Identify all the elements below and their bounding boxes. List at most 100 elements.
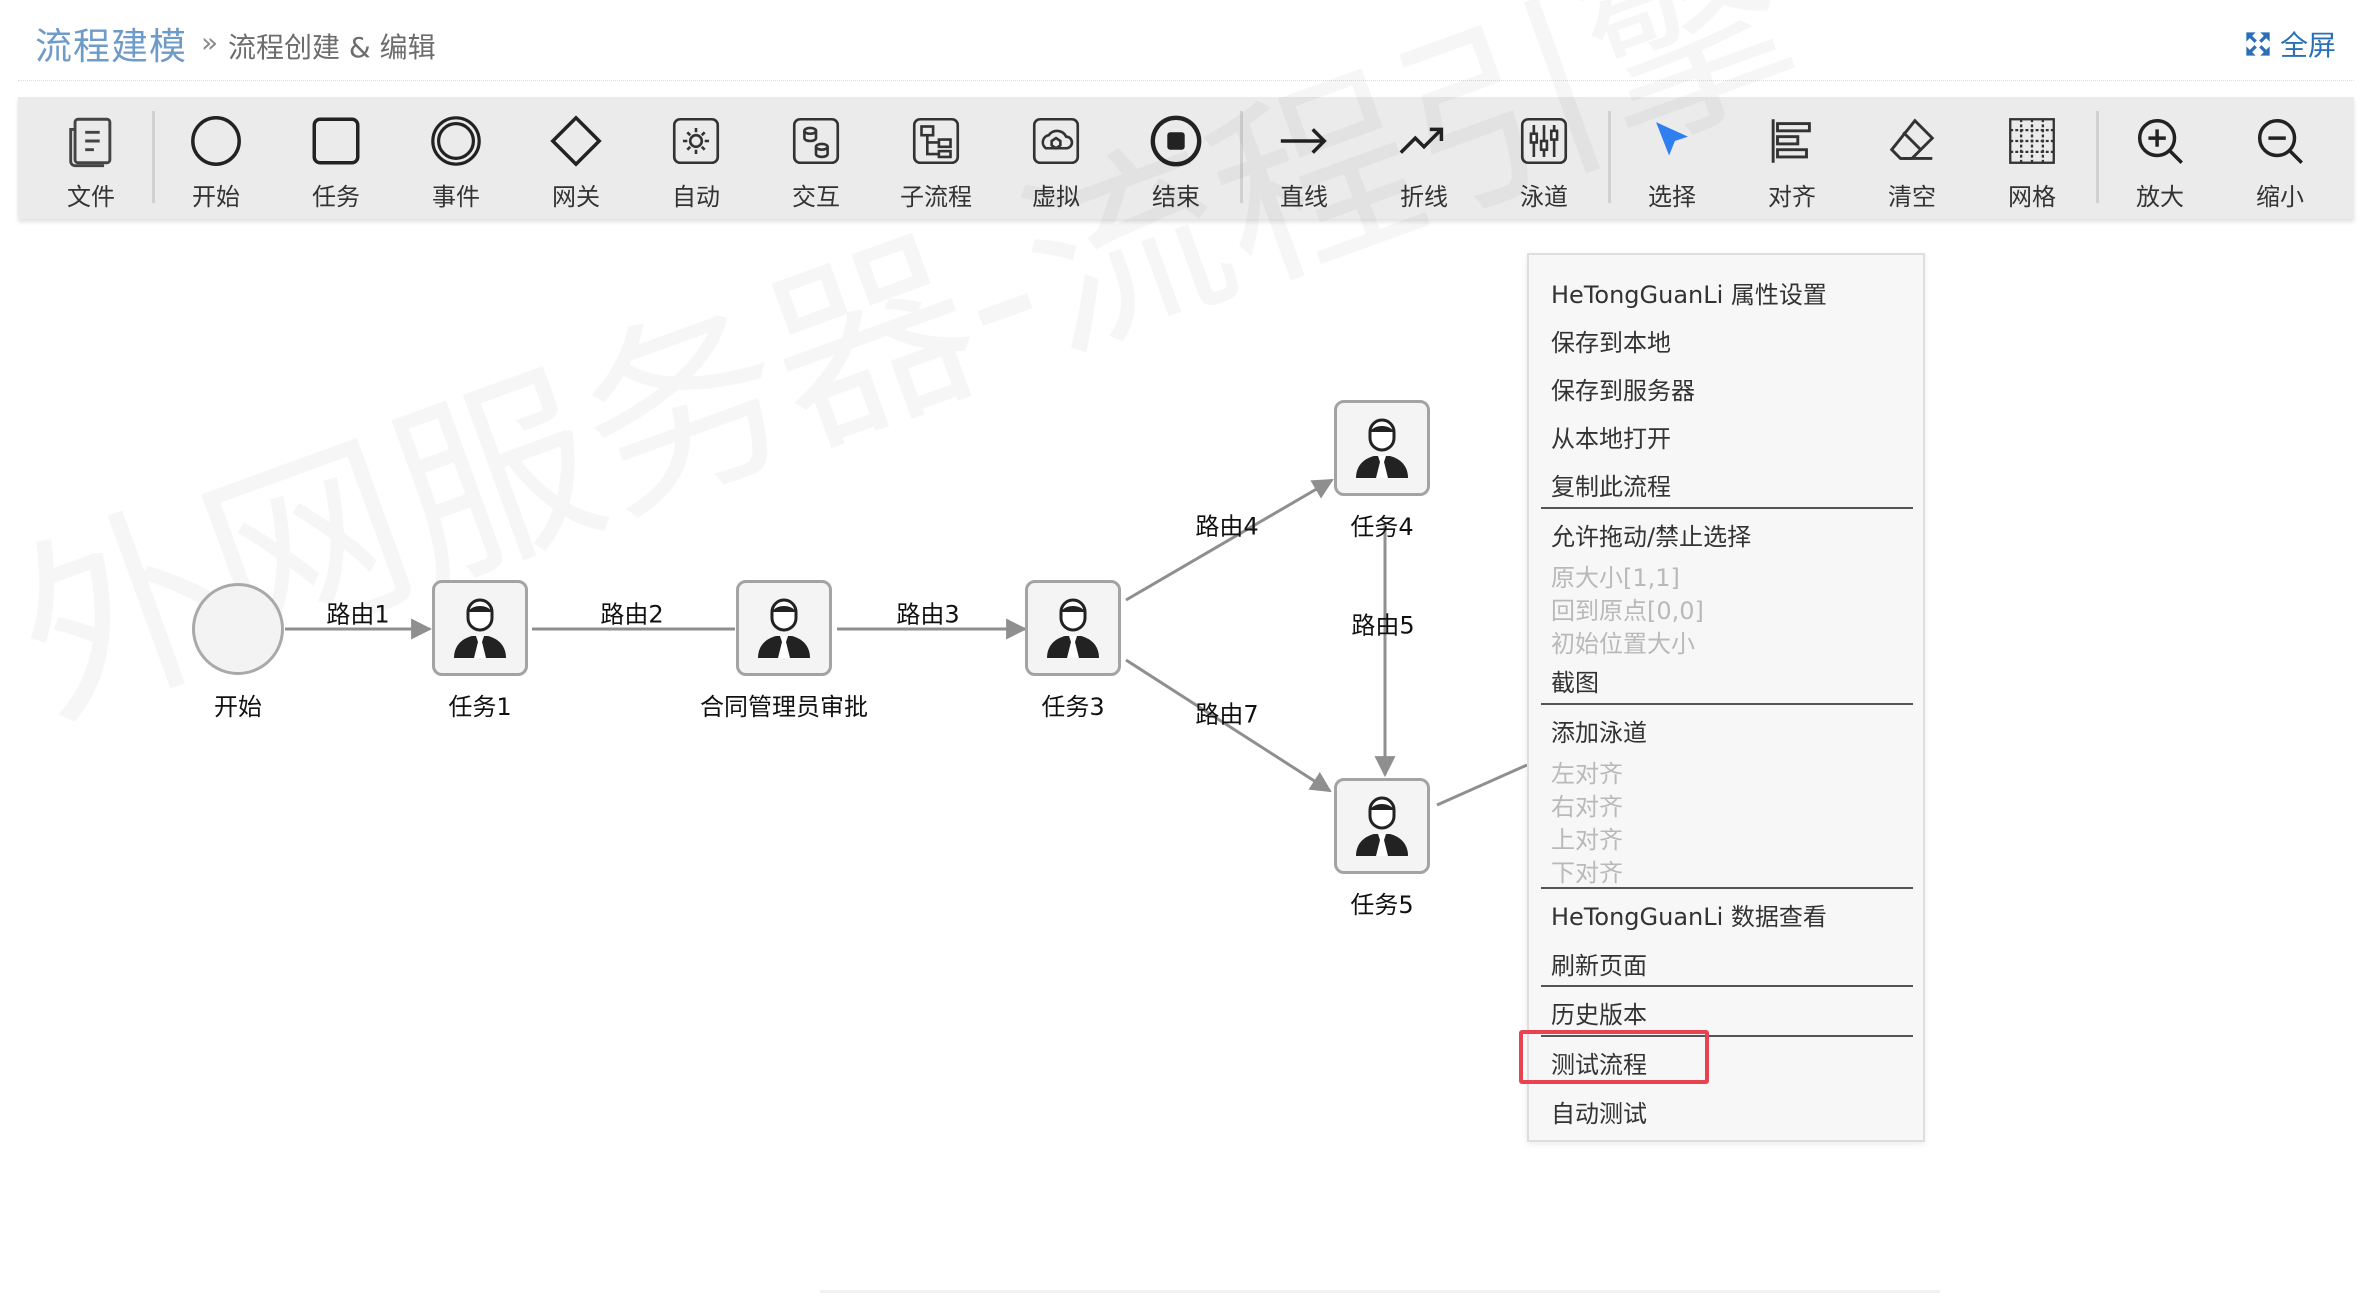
tool-event[interactable]: 事件 — [406, 97, 506, 219]
menu-item-history[interactable]: 历史版本 — [1551, 995, 1647, 1030]
toolbar-divider — [2096, 111, 2099, 203]
tool-label: 泳道 — [1520, 183, 1568, 211]
menu-item-back-to-origin: 回到原点[0,0] — [1551, 597, 1704, 625]
bottom-divider — [820, 1290, 1940, 1293]
swimlane-icon — [1520, 117, 1568, 165]
menu-item-auto-test[interactable]: 自动测试 — [1551, 1094, 1647, 1129]
tool-zoom-in[interactable]: 放大 — [2110, 97, 2210, 219]
tool-file[interactable]: 文件 — [41, 97, 141, 219]
menu-item-align-left: 左对齐 — [1551, 760, 1623, 788]
node-label-task1: 任务1 — [448, 693, 512, 721]
tool-select[interactable]: 选择 — [1622, 97, 1722, 219]
menu-divider — [1541, 703, 1913, 705]
menu-item-toggle-drag[interactable]: 允许拖动/禁止选择 — [1551, 517, 1751, 552]
tool-zoom-out[interactable]: 缩小 — [2230, 97, 2330, 219]
tool-label: 缩小 — [2256, 183, 2304, 211]
menu-item-test-flow[interactable]: 测试流程 — [1551, 1045, 1647, 1080]
menu-divider — [1541, 887, 1913, 889]
menu-divider — [1541, 985, 1913, 987]
user-icon — [758, 598, 810, 658]
tool-straight-line[interactable]: 直线 — [1254, 97, 1354, 219]
tool-end[interactable]: 结束 — [1126, 97, 1226, 219]
user-icon — [1047, 598, 1099, 658]
tool-interaction[interactable]: 交互 — [766, 97, 866, 219]
tool-subprocess[interactable]: 子流程 — [886, 97, 986, 219]
tool-label: 放大 — [2136, 183, 2184, 211]
user-icon — [1356, 418, 1408, 478]
align-icon — [1771, 119, 1811, 163]
node-label-task4: 任务4 — [1350, 513, 1414, 541]
page-title: 流程建模 — [35, 25, 187, 68]
user-icon — [1356, 796, 1408, 856]
edge-label-route5[interactable]: 路由5 — [1351, 606, 1414, 641]
menu-item-data-view[interactable]: HeTongGuanLi 数据查看 — [1551, 897, 1827, 932]
tool-auto[interactable]: 自动 — [646, 97, 746, 219]
zoom-in-icon — [2137, 118, 2183, 164]
file-icon — [69, 117, 112, 168]
tool-label: 文件 — [67, 183, 115, 211]
edge-label-route2[interactable]: 路由2 — [600, 595, 663, 630]
tool-label: 清空 — [1888, 183, 1936, 211]
tool-label: 虚拟 — [1032, 183, 1080, 211]
tool-start[interactable]: 开始 — [166, 97, 266, 219]
menu-item-align-top: 上对齐 — [1551, 826, 1623, 854]
end-event-icon — [1150, 115, 1202, 167]
tool-task[interactable]: 任务 — [286, 97, 386, 219]
menu-item-add-swimlane[interactable]: 添加泳道 — [1551, 713, 1647, 748]
menu-item-screenshot[interactable]: 截图 — [1551, 663, 1599, 698]
edge-label-route1[interactable]: 路由1 — [326, 595, 389, 630]
menu-item-align-right: 右对齐 — [1551, 793, 1623, 821]
select-pointer-icon — [1656, 122, 1688, 156]
menu-item-align-bottom: 下对齐 — [1551, 859, 1623, 887]
tool-label: 结束 — [1152, 183, 1200, 211]
tool-grid[interactable]: 网格 — [1982, 97, 2082, 219]
task-icon — [312, 117, 360, 165]
edge-label-route3[interactable]: 路由3 — [896, 595, 959, 630]
tool-label: 选择 — [1648, 183, 1696, 211]
menu-divider — [1541, 507, 1913, 509]
fullscreen-label: 全屏 — [2279, 29, 2336, 62]
menu-item-original-size: 原大小[1,1] — [1551, 564, 1680, 592]
breadcrumb: 流程创建 & 编辑 — [228, 31, 436, 64]
tool-polyline[interactable]: 折线 — [1374, 97, 1474, 219]
tool-swimlane[interactable]: 泳道 — [1494, 97, 1594, 219]
node-label-task5: 任务5 — [1350, 891, 1414, 919]
interaction-icon — [792, 117, 840, 165]
node-label-approve: 合同管理员审批 — [700, 693, 868, 721]
tool-virtual[interactable]: 虚拟 — [1006, 97, 1106, 219]
eraser-icon — [1889, 118, 1935, 160]
edge-label-route7[interactable]: 路由7 — [1195, 695, 1258, 730]
gateway-icon — [550, 115, 602, 167]
task-node-task1[interactable] — [432, 580, 528, 676]
grid-icon — [2009, 118, 2055, 164]
menu-item-properties[interactable]: HeTongGuanLi 属性设置 — [1551, 275, 1827, 310]
context-menu: HeTongGuanLi 属性设置 保存到本地 保存到服务器 从本地打开 复制此… — [1527, 253, 1925, 1142]
menu-item-save-local[interactable]: 保存到本地 — [1551, 323, 1671, 358]
tool-label: 开始 — [192, 183, 240, 211]
toolbar: 文件 开始 任务 事件 网关 自动 交互 子流程 虚拟 结束 直线 折线 泳道 … — [18, 97, 2354, 219]
task-node-task3[interactable] — [1025, 580, 1121, 676]
task-node-approve[interactable] — [736, 580, 832, 676]
edge-task5-out — [1436, 763, 1528, 807]
task-node-task5[interactable] — [1334, 778, 1430, 874]
menu-item-open-local[interactable]: 从本地打开 — [1551, 419, 1671, 454]
toolbar-divider — [152, 111, 155, 203]
fullscreen-button[interactable]: 全屏 — [2244, 24, 2336, 64]
tool-label: 事件 — [432, 183, 480, 211]
menu-item-refresh[interactable]: 刷新页面 — [1551, 946, 1647, 981]
menu-divider — [1541, 1035, 1913, 1037]
tool-clear[interactable]: 清空 — [1862, 97, 1962, 219]
menu-item-copy-flow[interactable]: 复制此流程 — [1551, 467, 1671, 502]
subprocess-icon — [912, 117, 960, 165]
tool-align[interactable]: 对齐 — [1742, 97, 1842, 219]
tool-label: 折线 — [1400, 183, 1448, 211]
tool-label: 网格 — [2008, 183, 2056, 211]
task-node-task4[interactable] — [1334, 400, 1430, 496]
flow-canvas[interactable]: 外网服务器-流程引擎 开始 任务1 合同管理员审批 任务3 — [0, 220, 2372, 1296]
auto-gear-icon — [672, 117, 720, 165]
tool-gateway[interactable]: 网关 — [526, 97, 626, 219]
start-node[interactable] — [192, 583, 284, 675]
menu-item-save-server[interactable]: 保存到服务器 — [1551, 371, 1695, 406]
edge-label-route4[interactable]: 路由4 — [1195, 507, 1258, 542]
tool-label: 任务 — [312, 183, 360, 211]
